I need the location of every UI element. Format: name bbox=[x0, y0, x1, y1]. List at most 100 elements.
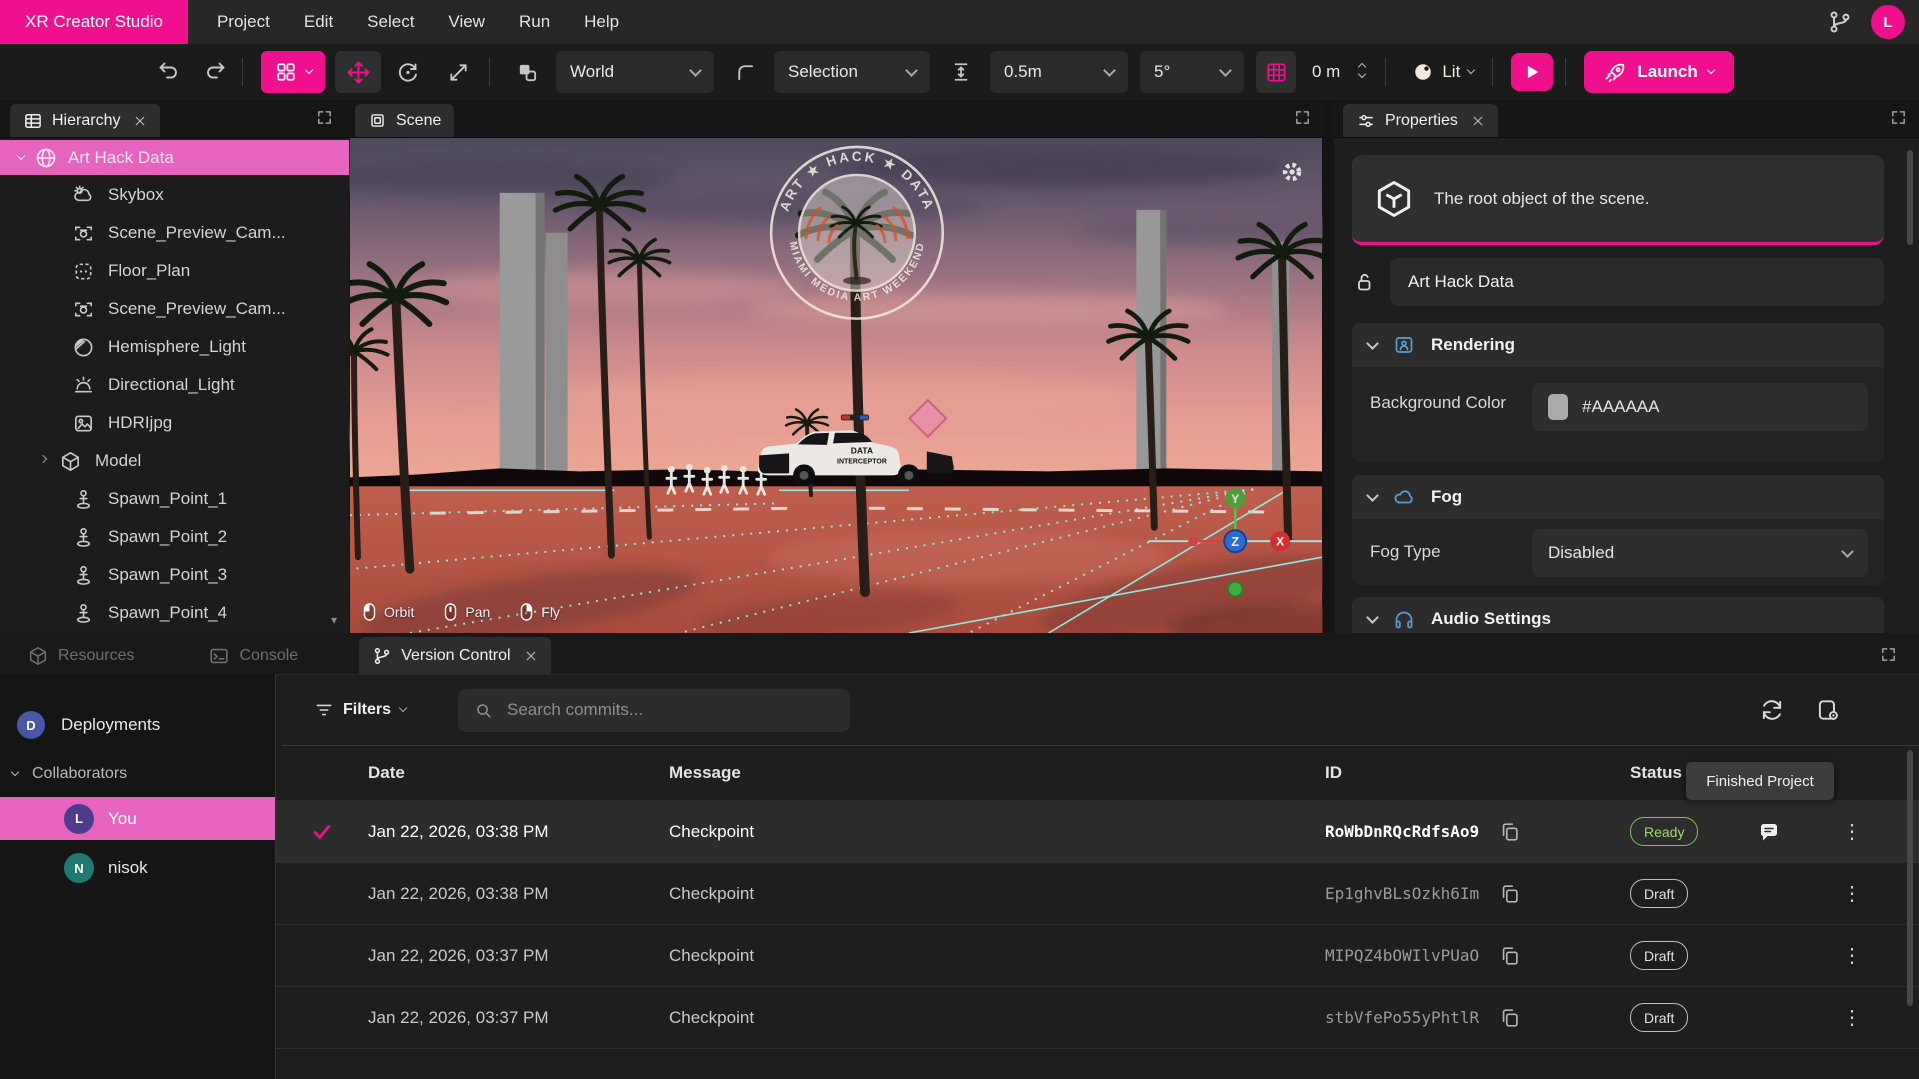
expand-panel-icon[interactable] bbox=[1294, 109, 1311, 126]
commit-row[interactable]: Jan 22, 2026, 03:38 PM Checkpoint Ep1ghv… bbox=[276, 862, 1919, 924]
sidebar-item-deployments[interactable]: D Deployments bbox=[0, 705, 275, 745]
tree-item-root[interactable]: Art Hack Data bbox=[0, 140, 349, 175]
copy-id-icon[interactable] bbox=[1499, 883, 1521, 905]
close-icon[interactable] bbox=[133, 114, 147, 128]
transform-space-icon-button[interactable] bbox=[508, 53, 546, 91]
menu-edit[interactable]: Edit bbox=[287, 0, 350, 44]
tree-item-camera-1[interactable]: Scene_Preview_Cam... bbox=[0, 214, 349, 252]
chevron-down-icon bbox=[1219, 64, 1232, 77]
play-button[interactable] bbox=[1511, 53, 1553, 91]
sidebar-group-collaborators[interactable]: Collaborators bbox=[0, 757, 275, 790]
menu-help[interactable]: Help bbox=[567, 0, 636, 44]
tree-item-spawn-2[interactable]: Spawn_Point_2 bbox=[0, 518, 349, 556]
rotate-tool-button[interactable] bbox=[385, 51, 431, 93]
collaborator-nisok[interactable]: N nisok bbox=[0, 848, 275, 888]
elevation-stepper[interactable]: 0 m bbox=[1300, 51, 1377, 93]
menu-select[interactable]: Select bbox=[350, 0, 431, 44]
nisok-avatar: N bbox=[64, 853, 94, 883]
expand-panel-icon[interactable] bbox=[1880, 646, 1897, 663]
asset-library-button[interactable] bbox=[261, 51, 325, 93]
snap-icon-button[interactable] bbox=[942, 53, 980, 91]
redo-button[interactable] bbox=[196, 53, 234, 91]
lock-open-icon[interactable] bbox=[1352, 270, 1376, 294]
tab-scene[interactable]: Scene bbox=[355, 104, 454, 137]
tree-item-directional-light[interactable]: Directional_Light bbox=[0, 366, 349, 404]
commits-table-header: Date Message ID Status bbox=[276, 746, 1919, 800]
row-menu-kebab-icon[interactable]: ⋮ bbox=[1816, 1005, 1911, 1030]
tree-item-camera-2[interactable]: Scene_Preview_Cam... bbox=[0, 290, 349, 328]
tab-console[interactable]: Console bbox=[195, 637, 311, 674]
chevron-down-icon bbox=[1366, 337, 1379, 350]
tree-item-hdri[interactable]: HDRIjpg bbox=[0, 404, 349, 442]
color-swatch[interactable] bbox=[1548, 394, 1568, 420]
collaborator-you[interactable]: L You bbox=[0, 797, 275, 840]
tree-item-spawn-4[interactable]: Spawn_Point_4 bbox=[0, 594, 349, 632]
user-avatar[interactable]: L bbox=[1871, 5, 1905, 39]
rotate-snap-dropdown[interactable]: 5° bbox=[1140, 51, 1244, 93]
menu-project[interactable]: Project bbox=[200, 0, 287, 44]
tree-item-skybox[interactable]: Skybox bbox=[0, 176, 349, 214]
close-icon[interactable] bbox=[1471, 114, 1485, 128]
chevron-right-icon[interactable] bbox=[39, 455, 47, 463]
copy-id-icon[interactable] bbox=[1499, 1007, 1521, 1029]
tab-version-control[interactable]: Version Control bbox=[359, 637, 550, 674]
tree-item-model[interactable]: Model bbox=[0, 442, 349, 480]
move-snap-dropdown[interactable]: 0.5m bbox=[990, 51, 1128, 93]
pivot-icon-button[interactable] bbox=[726, 53, 764, 91]
copy-id-icon[interactable] bbox=[1499, 821, 1521, 843]
chevron-down-icon[interactable] bbox=[17, 151, 25, 159]
shading-dropdown[interactable]: Lit bbox=[1402, 51, 1484, 93]
undo-button[interactable] bbox=[150, 53, 188, 91]
fog-section: Fog Fog Type Disabled bbox=[1352, 475, 1884, 585]
launch-button[interactable]: Launch bbox=[1584, 51, 1733, 93]
commit-row[interactable]: Jan 22, 2026, 03:37 PM Checkpoint MIPQZ4… bbox=[276, 924, 1919, 986]
close-icon[interactable] bbox=[524, 649, 538, 663]
properties-scrollbar[interactable] bbox=[1907, 150, 1913, 245]
tab-resources[interactable]: Resources bbox=[14, 637, 147, 674]
row-menu-kebab-icon[interactable]: ⋮ bbox=[1816, 943, 1911, 968]
transform-space-dropdown[interactable]: World bbox=[556, 51, 714, 93]
copy-id-icon[interactable] bbox=[1499, 945, 1521, 967]
move-tool-button[interactable] bbox=[335, 51, 381, 93]
fog-section-header[interactable]: Fog bbox=[1352, 475, 1884, 519]
comment-icon[interactable] bbox=[1757, 820, 1781, 844]
tree-item-spawn-3[interactable]: Spawn_Point_3 bbox=[0, 556, 349, 594]
scale-tool-button[interactable] bbox=[435, 51, 481, 93]
expand-panel-icon[interactable] bbox=[316, 109, 333, 126]
row-menu-kebab-icon[interactable]: ⋮ bbox=[1816, 881, 1911, 906]
search-commits-input[interactable] bbox=[505, 699, 834, 721]
headphones-icon bbox=[1392, 607, 1416, 631]
transform-space-value: World bbox=[570, 62, 614, 82]
tree-item-hemisphere-light[interactable]: Hemisphere_Light bbox=[0, 328, 349, 366]
row-menu-kebab-icon[interactable]: ⋮ bbox=[1816, 819, 1911, 844]
grid-toggle-button[interactable] bbox=[1256, 51, 1296, 93]
commit-row[interactable]: Jan 22, 2026, 03:38 PM Checkpoint RoWbDn… bbox=[276, 800, 1919, 862]
version-control-icon[interactable] bbox=[1827, 9, 1853, 35]
fog-type-dropdown[interactable]: Disabled bbox=[1532, 529, 1868, 577]
menu-view[interactable]: View bbox=[431, 0, 502, 44]
tab-properties[interactable]: Properties bbox=[1343, 104, 1498, 137]
tab-hierarchy[interactable]: Hierarchy bbox=[10, 104, 160, 137]
background-color-field[interactable]: #AAAAAA bbox=[1532, 383, 1868, 431]
commit-date: Jan 22, 2026, 03:38 PM bbox=[368, 884, 669, 904]
menu-run[interactable]: Run bbox=[502, 0, 567, 44]
filters-button[interactable]: Filters bbox=[314, 700, 406, 720]
step-down-icon[interactable] bbox=[1358, 69, 1366, 77]
refresh-icon[interactable] bbox=[1759, 697, 1785, 723]
app-logo[interactable]: XR Creator Studio bbox=[0, 0, 188, 44]
bottom-tab-strip: Resources Console Version Control bbox=[0, 633, 1919, 675]
commits-scrollbar[interactable] bbox=[1907, 750, 1913, 1006]
rendering-section-header[interactable]: Rendering bbox=[1352, 323, 1884, 367]
commit-message: Checkpoint bbox=[669, 946, 1325, 966]
scroll-down-indicator[interactable]: ▾ bbox=[331, 613, 337, 627]
pivot-dropdown[interactable]: Selection bbox=[774, 51, 930, 93]
audio-settings-section-header[interactable]: Audio Settings bbox=[1352, 597, 1884, 633]
object-name-field[interactable]: Art Hack Data bbox=[1390, 258, 1884, 306]
tree-item-floor-plan[interactable]: Floor_Plan bbox=[0, 252, 349, 290]
scene-3d-viewport[interactable]: DATA INTERCEPTOR ART ★ HACK ★ DATA MIAMI… bbox=[349, 138, 1323, 633]
gizmo-origin-handle[interactable] bbox=[1228, 582, 1243, 597]
commit-row[interactable]: Jan 22, 2026, 03:37 PM Checkpoint stbVfe… bbox=[276, 986, 1919, 1048]
expand-panel-icon[interactable] bbox=[1890, 109, 1907, 126]
tree-item-spawn-1[interactable]: Spawn_Point_1 bbox=[0, 480, 349, 518]
commit-settings-icon[interactable] bbox=[1815, 697, 1841, 723]
